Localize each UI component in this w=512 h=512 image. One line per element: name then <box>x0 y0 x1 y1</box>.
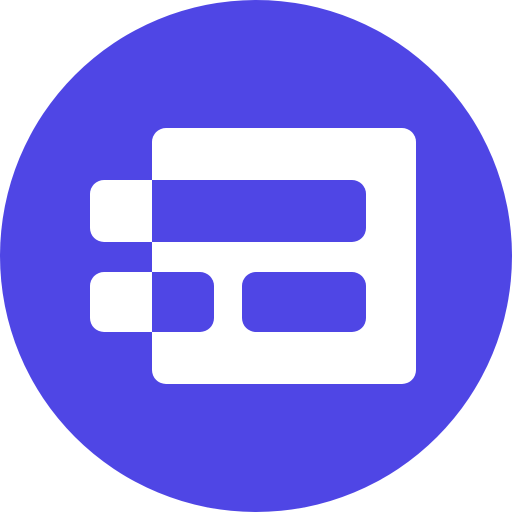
card-panel <box>152 128 416 384</box>
card-row-bottom-right-block <box>242 272 366 332</box>
form-layout-app-icon <box>0 0 512 512</box>
app-icon-canvas <box>0 0 512 512</box>
